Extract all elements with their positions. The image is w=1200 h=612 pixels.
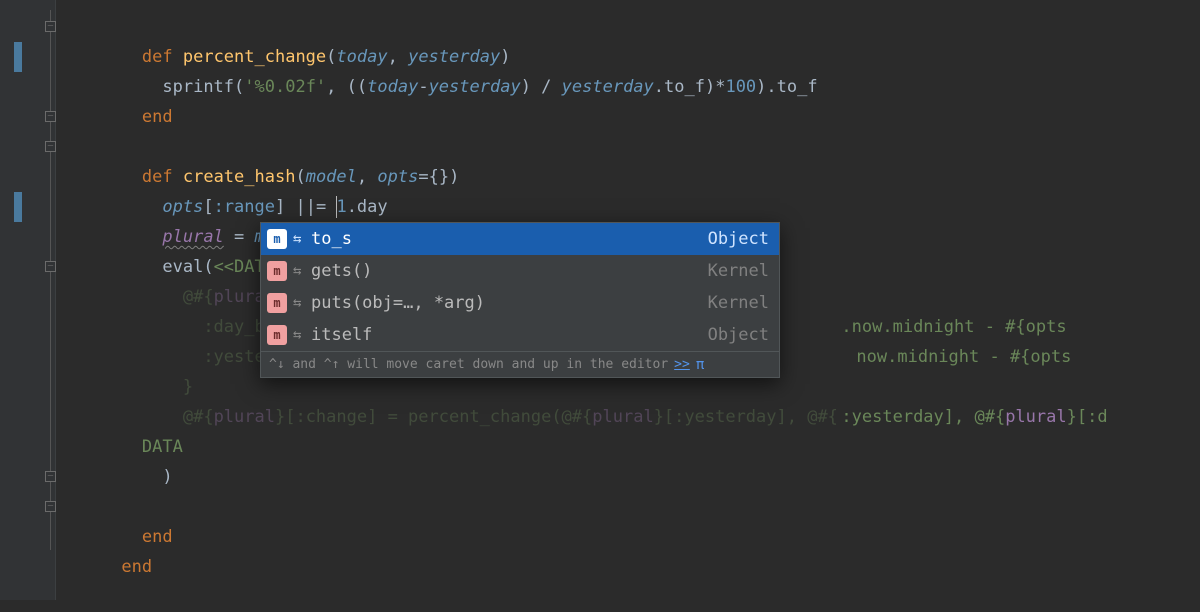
code-line [60, 102, 1200, 132]
fold-toggle-icon[interactable]: – [45, 141, 56, 152]
autocomplete-item-name: gets() [311, 256, 696, 286]
autocomplete-item[interactable]: m ⇆ itself Object [261, 319, 779, 351]
code-area[interactable]: def percent_change(today, yesterday) spr… [60, 0, 1200, 600]
code-line: DATA [60, 402, 1200, 432]
method-icon: m [267, 325, 287, 345]
code-line: def create_hash(model, opts={}) [60, 132, 1200, 162]
code-line: ) [60, 432, 1200, 462]
code-line: opts[:range] ||= 1.day [60, 162, 1200, 192]
change-marker [14, 42, 22, 72]
code-line-tail: .now.midnight - #{opts [780, 282, 1200, 312]
autocomplete-item-name: puts(obj=…, *arg) [311, 288, 696, 318]
code-line: def percent_change(today, yesterday) [60, 12, 1200, 42]
code-line-tail: now.midnight - #{opts [795, 312, 1200, 342]
autocomplete-item-name: itself [311, 320, 696, 350]
method-icon: m [267, 229, 287, 249]
autocomplete-popup[interactable]: m ⇆ to_s Object m ⇆ gets() Kernel m ⇆ pu… [260, 222, 780, 378]
autocomplete-item[interactable]: m ⇆ puts(obj=…, *arg) Kernel [261, 287, 779, 319]
link-icon: ⇆ [293, 320, 307, 350]
autocomplete-item-type: Kernel [708, 288, 769, 318]
pi-icon[interactable]: π [696, 350, 704, 380]
fold-toggle-icon[interactable]: – [45, 261, 56, 272]
link-icon: ⇆ [293, 256, 307, 286]
autocomplete-status-text: ^↓ and ^↑ will move caret down and up in… [269, 350, 668, 380]
autocomplete-item-name: to_s [311, 224, 696, 254]
autocomplete-item[interactable]: m ⇆ to_s Object [261, 223, 779, 255]
autocomplete-item-type: Kernel [708, 256, 769, 286]
fold-toggle-icon[interactable]: – [45, 111, 56, 122]
autocomplete-item-type: Object [708, 320, 769, 350]
code-line: end [60, 72, 1200, 102]
change-marker [14, 192, 22, 222]
text-caret [336, 196, 337, 218]
autocomplete-status-bar: ^↓ and ^↑ will move caret down and up in… [261, 351, 779, 377]
method-icon: m [267, 293, 287, 313]
autocomplete-item-type: Object [708, 224, 769, 254]
method-icon: m [267, 261, 287, 281]
fold-guide [50, 10, 51, 550]
fold-toggle-icon[interactable]: – [45, 471, 56, 482]
fold-toggle-icon[interactable]: – [45, 501, 56, 512]
code-line: sprintf('%0.02f', ((today-yesterday) / y… [60, 42, 1200, 72]
gutter: – – – – – – [0, 0, 56, 600]
fold-toggle-icon[interactable]: – [45, 21, 56, 32]
code-line: plural = model.ts [60, 192, 1200, 222]
autocomplete-item[interactable]: m ⇆ gets() Kernel [261, 255, 779, 287]
code-line-tail: :yesterday], @#{plural}[:d [780, 372, 1200, 402]
code-editor[interactable]: – – – – – – def percent_change(today, yesterd… [0, 0, 1200, 600]
code-line: end [60, 492, 1200, 522]
link-icon: ⇆ [293, 224, 307, 254]
code-line: end [60, 522, 1200, 552]
link-icon: ⇆ [293, 288, 307, 318]
autocomplete-more-link[interactable]: >> [674, 350, 690, 380]
